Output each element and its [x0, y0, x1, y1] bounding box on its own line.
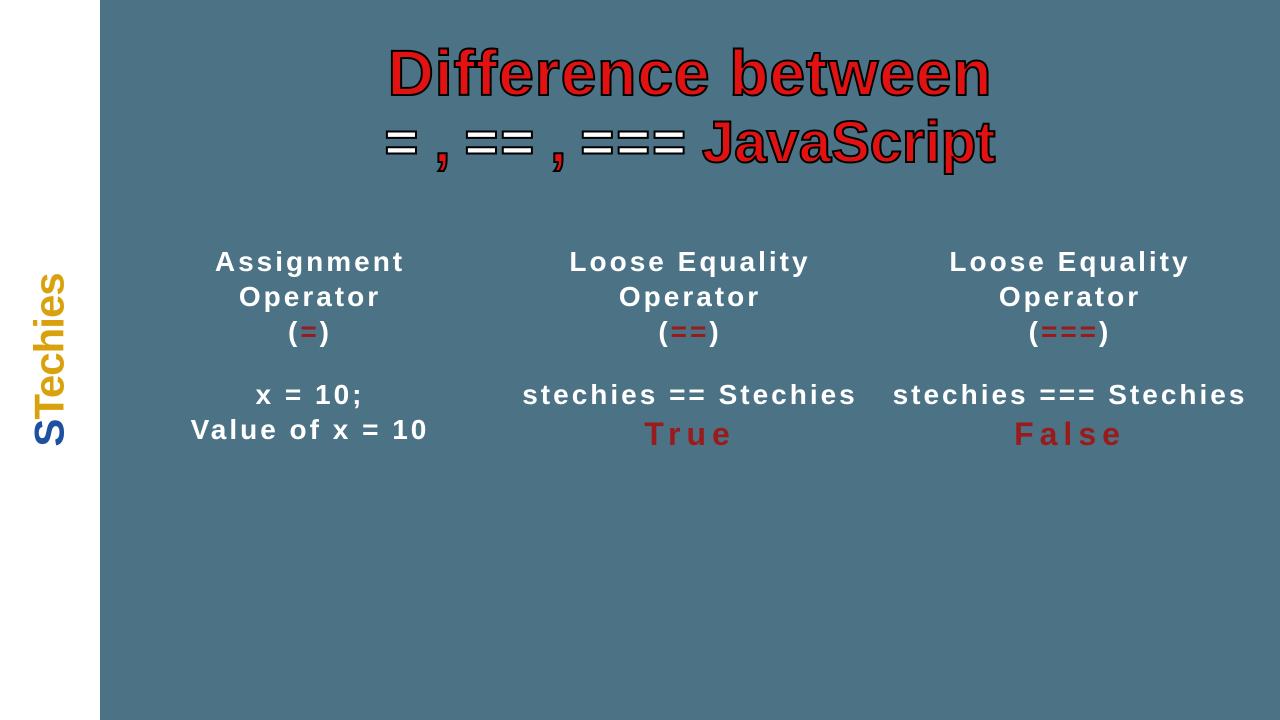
brand-logo: STechies	[26, 273, 74, 446]
column-loose-equality: Loose Equality Operator (==) stechies ==…	[510, 244, 870, 454]
page: STechies Difference between =, ==, === J…	[0, 0, 1280, 720]
title-line-1: Difference between	[130, 40, 1250, 107]
main-panel: Difference between =, ==, === JavaScript…	[100, 0, 1280, 720]
col2-example-l1: stechies == Stechies	[510, 377, 870, 412]
logo-first-letter: S	[26, 420, 73, 447]
col1-example-l2: Value of x = 10	[130, 412, 490, 447]
col3-heading-l2: Operator	[890, 279, 1250, 314]
page-title: Difference between =, ==, === JavaScript	[130, 40, 1250, 174]
title-comma-2: ,	[550, 113, 566, 174]
column-strict-equality: Loose Equality Operator (===) stechies =…	[890, 244, 1250, 454]
col2-heading-l1: Loose Equality	[510, 244, 870, 279]
column-assignment: Assignment Operator (=) x = 10; Value of…	[130, 244, 490, 454]
title-op-1: =	[385, 113, 421, 174]
col3-result: False	[890, 414, 1250, 454]
col1-heading-l2: Operator	[130, 279, 490, 314]
col1-symbol: (=)	[130, 314, 490, 349]
title-op-3: ===	[580, 113, 688, 174]
col3-example-l1: stechies === Stechies	[890, 377, 1250, 412]
title-op-2: ==	[465, 113, 537, 174]
col3-heading-l1: Loose Equality	[890, 244, 1250, 279]
title-line-2: =, ==, === JavaScript	[385, 113, 996, 174]
sidebar: STechies	[0, 0, 100, 720]
title-comma-1: ,	[434, 113, 450, 174]
col2-heading-l2: Operator	[510, 279, 870, 314]
col3-symbol: (===)	[890, 314, 1250, 349]
columns: Assignment Operator (=) x = 10; Value of…	[130, 244, 1250, 454]
logo-rest: Techies	[26, 273, 73, 419]
col2-result: True	[510, 414, 870, 454]
col1-heading-l1: Assignment	[130, 244, 490, 279]
col1-example-l1: x = 10;	[130, 377, 490, 412]
col2-symbol: (==)	[510, 314, 870, 349]
title-js: JavaScript	[702, 113, 995, 174]
